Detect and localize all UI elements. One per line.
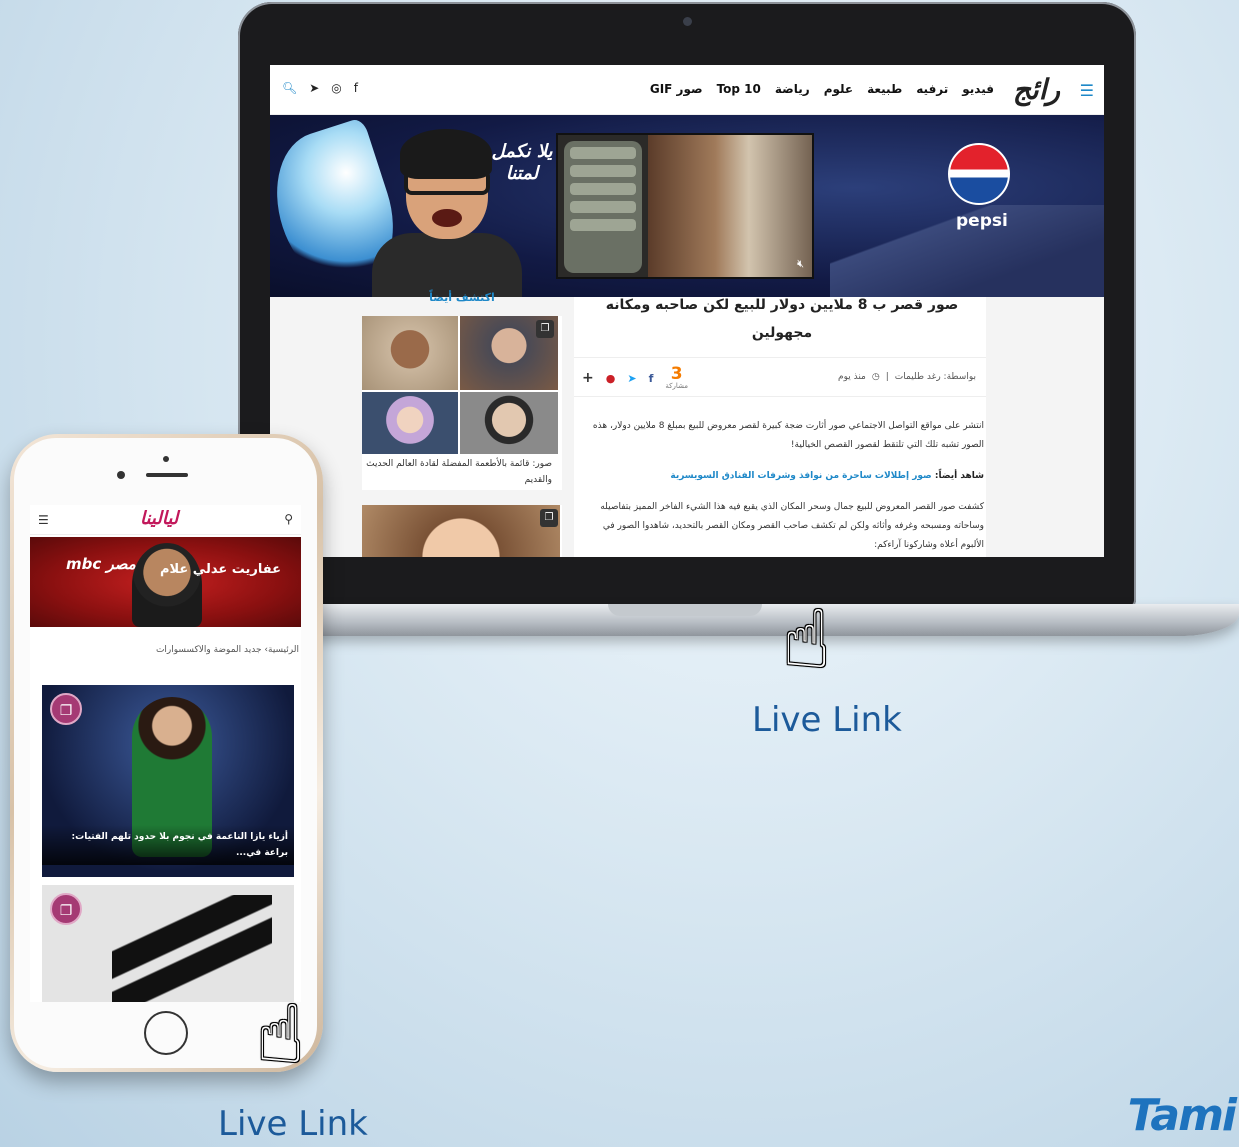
sidebar-card-caption[interactable]: صور: قائمة بالأطعمة المفضلة لقادة العالم… [362, 456, 558, 488]
channel-logo: مصر mbc [66, 555, 136, 573]
pepsi-logo-icon [948, 143, 1010, 205]
facebook-icon[interactable]: f [354, 81, 358, 95]
see-also-link[interactable]: صور إطلالات ساحرة من نوافذ وشرفات الفناد… [670, 471, 931, 481]
phone-sensor [163, 456, 169, 462]
article-card-image [112, 895, 272, 1002]
sidebar-card[interactable]: ❐ صور: قائمة بالأطعمة المفضلة لقادة العا… [362, 316, 562, 490]
mobile-logo[interactable]: ليالينا [140, 508, 178, 529]
menu-item-top10[interactable]: Top 10 [717, 82, 761, 96]
pepsi-wordmark: pepsi [956, 211, 1008, 231]
search-icon[interactable]: ⚲ [284, 512, 293, 526]
paragraph: انتشر على مواقع التواصل الاجتماعي صور أث… [592, 421, 984, 450]
menu-item-nature[interactable]: طبيعة [867, 82, 902, 96]
article-card-caption[interactable]: أزياء يازا الناعمة في نجوم بلا حدود تلهم… [42, 825, 294, 865]
paragraph: كشفت صور القصر المعروض للبيع جمال وسحر ا… [600, 502, 984, 550]
laptop-live-link[interactable]: Live Link [752, 700, 902, 740]
nav-social-tools: 🔍︎ ➤ ◎ f [282, 81, 358, 95]
laptop-camera [683, 17, 692, 26]
laptop-notch [608, 604, 762, 616]
home-button[interactable] [144, 1011, 188, 1055]
gallery-icon: ❐ [50, 893, 82, 925]
share-count-number: 3 [670, 364, 683, 384]
menu-item-video[interactable]: فيديو [962, 82, 994, 96]
sidebar-card[interactable]: ❐ [362, 505, 562, 557]
article-title: صور قصر ب 8 ملايين دولار للبيع لكن صاحبه… [605, 297, 959, 341]
sidebar-heading: اكتشف أيضاً [429, 291, 495, 304]
hand-pointer-icon: ☝ [256, 988, 305, 1081]
gallery-icon: ❐ [536, 320, 554, 338]
share-count-label: مشاركة [665, 382, 688, 390]
hamburger-icon[interactable]: ☰ [1080, 81, 1094, 100]
instagram-icon[interactable]: ◎ [331, 81, 341, 95]
menu-item-gif[interactable]: صور GIF [650, 82, 703, 96]
menu-item-science[interactable]: علوم [824, 82, 853, 96]
byline: بواسطة: رغد طليمات | ◷ منذ يوم [838, 372, 976, 382]
mobile-ad-banner[interactable]: مصر mbc عفاريت عدلي علام [30, 537, 301, 627]
share-bar: + ● ➤ f 3 مشاركة [582, 364, 688, 391]
share-counter: 3 مشاركة [665, 364, 688, 391]
mobile-navbar: ☰ ليالينا ⚲ [30, 505, 301, 535]
gallery-icon: ❐ [50, 693, 82, 725]
clock-icon: ◷ [871, 372, 880, 382]
publish-time: منذ يوم [838, 372, 866, 382]
search-icon[interactable]: 🔍︎ [282, 81, 297, 95]
pinterest-icon[interactable]: ● [606, 372, 616, 385]
mute-icon[interactable]: 🔇︎ [797, 257, 804, 271]
hand-pointer-icon: ☝ [782, 593, 831, 686]
twitter-icon[interactable]: ➤ [627, 372, 636, 385]
phone-camera [117, 471, 125, 479]
separator: | [885, 372, 889, 382]
article-card[interactable]: ❐ أزياء يازا الناعمة في نجوم بلا حدود تل… [42, 685, 294, 877]
menu-item-entertainment[interactable]: ترفيه [916, 82, 948, 96]
facebook-share-icon[interactable]: f [649, 372, 654, 385]
ad-banner[interactable]: يلا نكمل لمتنا 🔇︎ pepsi [270, 115, 1104, 297]
phone-speaker [146, 473, 188, 477]
article-body: انتشر على مواقع التواصل الاجتماعي صور أث… [580, 417, 984, 557]
list-menu-icon[interactable]: ☰ [38, 513, 49, 527]
actor-image [132, 543, 202, 627]
show-title: عفاريت عدلي علام [160, 562, 281, 577]
article-meta: + ● ➤ f 3 مشاركة بواسطة: رغد طليمات | ◷ … [574, 357, 986, 397]
banner-slogan: يلا نكمل لمتنا [491, 141, 553, 184]
site-logo[interactable]: رائج [1013, 73, 1060, 106]
telegram-icon[interactable]: ➤ [309, 81, 319, 95]
laptop-screen: 🔍︎ ➤ ◎ f فيديو ترفيه طبيعة علوم رياضة To… [270, 65, 1104, 557]
menu-item-sports[interactable]: رياضة [775, 82, 810, 96]
banner-video[interactable]: 🔇︎ [556, 133, 814, 279]
main-menu: فيديو ترفيه طبيعة علوم رياضة Top 10 صور … [650, 82, 994, 96]
article-card[interactable]: ❐ [42, 885, 294, 1002]
see-also-label: شاهد أيضاً: [934, 471, 984, 481]
gallery-icon: ❐ [540, 509, 558, 527]
brand-logo: Tami [1127, 1090, 1237, 1141]
phone-screen: ☰ ليالينا ⚲ مصر mbc عفاريت عدلي علام الر… [30, 505, 301, 1002]
phone-live-link[interactable]: Live Link [218, 1104, 368, 1144]
sidebar-card-image: ❐ [362, 316, 560, 454]
breadcrumb[interactable]: الرئيسية› جديد الموضة والاكسسوارات [30, 645, 301, 655]
author[interactable]: بواسطة: رغد طليمات [895, 372, 976, 382]
sidebar-card-image [362, 505, 560, 557]
more-share-icon[interactable]: + [582, 370, 594, 386]
see-also: شاهد أيضاً: صور إطلالات ساحرة من نوافذ و… [580, 467, 984, 486]
site-navbar: 🔍︎ ➤ ◎ f فيديو ترفيه طبيعة علوم رياضة To… [270, 65, 1104, 115]
